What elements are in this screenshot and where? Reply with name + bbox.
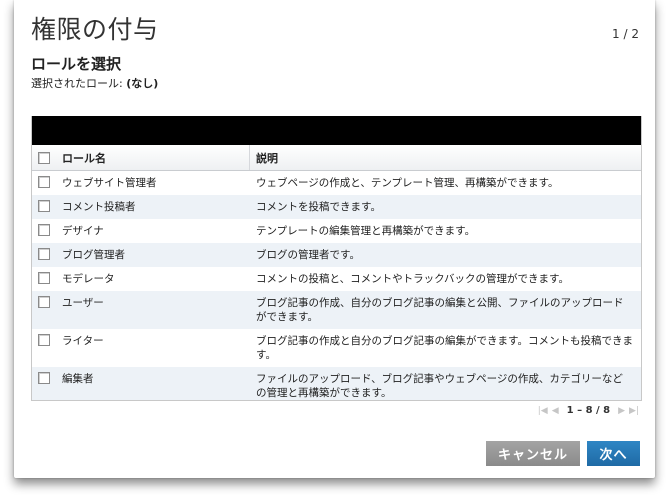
row-check-cell [32, 243, 56, 260]
row-checkbox[interactable] [38, 176, 50, 188]
column-header-name[interactable]: ロール名 [56, 145, 250, 170]
role-description: ファイルのアップロード、ブログ記事やウェブページの作成、カテゴリーなどの管理と再… [256, 373, 623, 399]
row-checkbox[interactable] [38, 372, 50, 384]
first-page-icon[interactable]: |◀ [538, 406, 548, 416]
table-row[interactable]: ウェブサイト管理者 ウェブページの作成と、テンプレート管理、再構築ができます。 [32, 171, 641, 195]
last-page-icon[interactable]: ▶| [629, 406, 639, 416]
select-all-checkbox[interactable] [38, 151, 50, 164]
row-checkbox[interactable] [38, 224, 50, 236]
prev-page-icon[interactable]: ◀ [552, 406, 559, 416]
row-check-cell [32, 267, 56, 284]
column-header-description: 説明 [256, 151, 278, 165]
role-name: モデレータ [62, 273, 115, 285]
role-description: ウェブページの作成と、テンプレート管理、再構築ができます。 [256, 177, 559, 189]
next-page-icon[interactable]: ▶ [618, 406, 625, 416]
table-row[interactable]: ユーザー ブログ記事の作成、自分のブログ記事の編集と公開、ファイルのアップロードが… [32, 291, 641, 329]
role-name: ブログ管理者 [62, 249, 125, 261]
pagination: |◀ ◀ 1 – 8 / 8 ▶ ▶| [538, 405, 639, 416]
role-name: デザイナ [62, 225, 104, 237]
table-row[interactable]: ブログ管理者 ブログの管理者です。 [32, 243, 641, 267]
row-checkbox[interactable] [38, 200, 50, 212]
role-name: コメント投稿者 [62, 201, 136, 213]
row-check-cell [32, 219, 56, 236]
role-description: ブログの管理者です。 [256, 249, 360, 261]
table-row[interactable]: モデレータ コメントの投稿と、コメントやトラックバックの管理ができます。 [32, 267, 641, 291]
role-description: コメントを投稿できます。 [256, 201, 381, 213]
role-description: テンプレートの編集管理と再構築ができます。 [256, 225, 476, 237]
cancel-button[interactable]: キャンセル [486, 441, 580, 466]
role-name: ウェブサイト管理者 [62, 177, 157, 189]
selected-roles-line: 選択されたロール: (なし) [31, 75, 158, 91]
role-name: ライター [62, 335, 104, 347]
role-description: ブログ記事の作成、自分のブログ記事の編集と公開、ファイルのアップロードができます… [256, 297, 624, 323]
table-row[interactable]: ライター ブログ記事の作成と自分のブログ記事の編集ができます。コメントも投稿できま… [32, 329, 641, 367]
row-check-cell [32, 367, 56, 384]
table-toolbar-bar [32, 116, 641, 145]
section-title: ロールを選択 [31, 55, 122, 73]
select-all-cell [32, 151, 56, 164]
next-button[interactable]: 次へ [587, 441, 640, 466]
selected-roles-value: (なし) [126, 77, 159, 90]
table-header: ロール名 説明 [32, 145, 641, 171]
step-indicator: 1 / 2 [612, 27, 639, 41]
page-range: 1 – 8 / 8 [566, 405, 611, 416]
row-checkbox[interactable] [38, 248, 50, 260]
table-row[interactable]: 編集者 ファイルのアップロード、ブログ記事やウェブページの作成、カテゴリーなどの管… [32, 367, 641, 400]
selected-roles-label: 選択されたロール: [31, 77, 127, 90]
row-check-cell [32, 329, 56, 346]
table-body: ウェブサイト管理者 ウェブページの作成と、テンプレート管理、再構築ができます。 コメ… [32, 171, 641, 400]
row-checkbox[interactable] [38, 296, 50, 308]
role-name: ユーザー [62, 297, 104, 309]
row-check-cell [32, 291, 56, 308]
role-description: コメントの投稿と、コメントやトラックバックの管理ができます。 [256, 273, 570, 285]
row-checkbox[interactable] [38, 272, 50, 284]
dialog-title: 権限の付与 [31, 15, 159, 44]
roles-table: ロール名 説明 ウェブサイト管理者 ウェブページの作成と、テンプレート管理、再構築… [31, 116, 642, 401]
row-check-cell [32, 195, 56, 212]
table-row[interactable]: コメント投稿者 コメントを投稿できます。 [32, 195, 641, 219]
role-description: ブログ記事の作成と自分のブログ記事の編集ができます。コメントも投稿できます。 [256, 335, 633, 361]
row-checkbox[interactable] [38, 334, 50, 346]
table-row[interactable]: デザイナ テンプレートの編集管理と再構築ができます。 [32, 219, 641, 243]
role-name: 編集者 [62, 373, 94, 385]
role-dialog: 権限の付与 1 / 2 ロールを選択 選択されたロール: (なし) ロール名 説… [14, 0, 655, 478]
row-check-cell [32, 171, 56, 188]
